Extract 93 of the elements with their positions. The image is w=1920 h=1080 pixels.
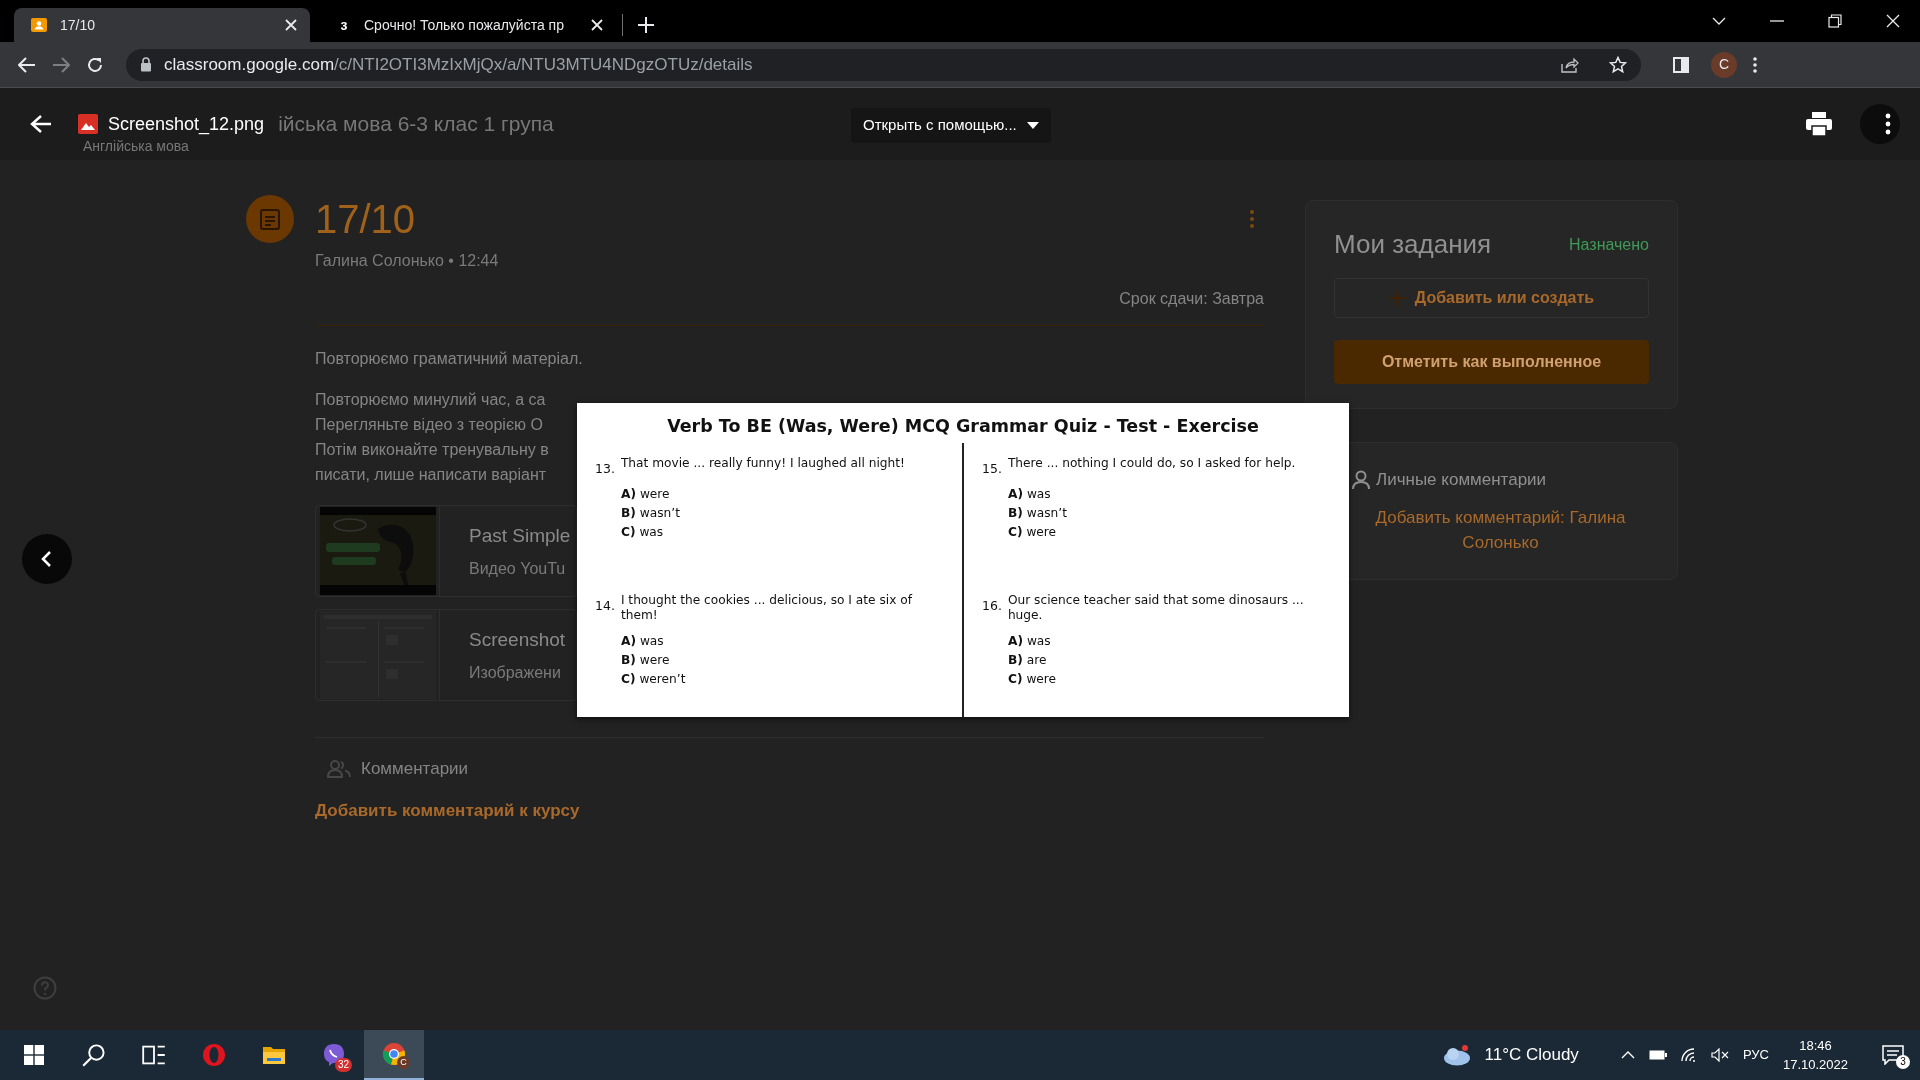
notification-icon[interactable] bbox=[1882, 1045, 1904, 1065]
question-text: Our science teacher said that some dinosaurs ... huge. bbox=[1007, 593, 1305, 623]
battery-icon[interactable] bbox=[1648, 1050, 1667, 1060]
wifi-icon[interactable] bbox=[1680, 1048, 1697, 1062]
star-icon[interactable] bbox=[1609, 55, 1627, 74]
answer-option: B) wasn’t bbox=[621, 504, 946, 523]
attachment-card[interactable]: Screenshot Изображени bbox=[315, 609, 577, 701]
menu-icon[interactable] bbox=[1753, 56, 1757, 73]
attachment-type: Видео YouTu bbox=[469, 558, 567, 579]
description-text: Перегляньте відео з теорією О bbox=[315, 415, 543, 435]
clock-time[interactable]: 18:46 bbox=[1782, 1036, 1848, 1055]
reload-icon[interactable] bbox=[86, 55, 104, 74]
question-number: 14. bbox=[595, 597, 615, 613]
close-icon[interactable] bbox=[1886, 14, 1900, 28]
answer-option: A) was bbox=[1008, 485, 1333, 504]
card-heading: Мои задания bbox=[1334, 228, 1492, 261]
course-title: ійська мова 6-3 клас 1 група bbox=[278, 111, 554, 138]
people-icon bbox=[327, 759, 351, 778]
restore-icon[interactable] bbox=[1828, 14, 1842, 28]
assignment-title: 17/10 bbox=[315, 196, 416, 243]
forward-icon[interactable] bbox=[52, 56, 70, 73]
attachment-type: Изображени bbox=[469, 662, 562, 683]
answer-option: C) weren’t bbox=[621, 670, 946, 689]
count-badge: 3 bbox=[1896, 1055, 1910, 1069]
answer-option: C) was bbox=[621, 523, 946, 542]
file-name: Screenshot_12.png bbox=[108, 112, 265, 137]
answer-option: A) was bbox=[621, 632, 946, 651]
language-indicator[interactable]: РУС bbox=[1742, 1045, 1769, 1065]
answer-option: A) was bbox=[1008, 632, 1333, 651]
back-icon[interactable] bbox=[18, 56, 36, 73]
person-icon bbox=[1352, 469, 1370, 490]
answer-option: C) were bbox=[1008, 523, 1333, 542]
add-comment-link[interactable]: Добавить комментарий к курсу bbox=[315, 797, 580, 823]
attachment-title: Screenshot bbox=[469, 628, 566, 652]
browser-tab[interactable]: з Срочно! Только пожалуйста пр bbox=[320, 8, 616, 42]
answer-option: B) are bbox=[1008, 651, 1333, 670]
description-text: Повторюємо минулий час, а са bbox=[315, 390, 546, 410]
status-text: Назначено bbox=[1569, 234, 1649, 255]
quiz-title: Verb To BE (Was, Were) MCQ Grammar Quiz - Test - Exercise bbox=[666, 415, 1260, 438]
question-number: 13. bbox=[595, 460, 615, 476]
opera-icon bbox=[202, 1043, 226, 1067]
profile-avatar[interactable]: C bbox=[1711, 51, 1737, 78]
address-field[interactable]: classroom.google.com/c/NTI2OTI3MzIxMjQx/a/NTU3MTU4NDgzOTUz/details bbox=[126, 48, 1641, 81]
count-badge: 32 bbox=[334, 1058, 352, 1072]
classroom-icon bbox=[30, 16, 48, 34]
more-icon[interactable] bbox=[1860, 104, 1900, 144]
question-text: There ... nothing I could do, so I asked for help. bbox=[1007, 456, 1296, 471]
question-text: I thought the cookies ... delicious, so I ate six of them! bbox=[620, 593, 914, 623]
side-panel-icon[interactable] bbox=[1673, 56, 1689, 73]
attachment-title: Past Simple bbox=[469, 524, 571, 548]
volume-muted-icon[interactable] bbox=[1710, 1048, 1729, 1062]
description-text: писати, лише написати варіант bbox=[315, 465, 547, 485]
browser-icon bbox=[382, 1042, 406, 1066]
caret-icon bbox=[1026, 122, 1039, 129]
chevron-up-icon[interactable] bbox=[1620, 1051, 1635, 1059]
start-icon bbox=[24, 1045, 44, 1065]
browser-tab[interactable]: 17/10 bbox=[14, 8, 310, 42]
question-text: That movie ... really funny! I laughed all night! bbox=[620, 456, 905, 471]
image-file-icon bbox=[78, 114, 98, 134]
open-with-button[interactable]: Открыть с помощью... bbox=[851, 108, 1051, 143]
clipboard-icon bbox=[260, 208, 280, 230]
print-icon[interactable] bbox=[1806, 112, 1832, 136]
new-tab-icon[interactable] bbox=[637, 16, 655, 34]
search-icon bbox=[82, 1043, 106, 1067]
close-icon[interactable] bbox=[590, 18, 604, 32]
private-comments-label: Личные комментарии bbox=[1376, 469, 1547, 491]
taskbar-app[interactable]: C bbox=[364, 1030, 424, 1080]
chevron-down-icon[interactable] bbox=[1712, 17, 1726, 25]
course-subject: Англійська мова bbox=[83, 137, 189, 156]
answer-option: C) were bbox=[1008, 670, 1333, 689]
weather-text: 11°C Cloudy bbox=[1484, 1044, 1579, 1067]
due-date: Срок сдачи: Завтра bbox=[1118, 289, 1264, 309]
taskbar-app[interactable]: 32 bbox=[304, 1030, 364, 1080]
answer-option: B) were bbox=[621, 651, 946, 670]
description-text: Повторюємо граматичний матеріал. bbox=[315, 349, 583, 369]
comments-label: Комментарии bbox=[361, 758, 469, 780]
plus-icon bbox=[1388, 290, 1405, 306]
mark-done-button[interactable]: Отметить как выполненное bbox=[1334, 340, 1649, 384]
description-text: Потім виконайте тренувальну в bbox=[315, 440, 549, 460]
question-number: 16. bbox=[982, 597, 1002, 613]
lock-icon bbox=[140, 57, 152, 72]
task-view-icon bbox=[142, 1043, 166, 1067]
share-icon[interactable] bbox=[1561, 56, 1579, 73]
attachment-card[interactable]: Past Simple Видео YouTu bbox=[315, 505, 577, 597]
answer-option: B) wasn’t bbox=[1008, 504, 1333, 523]
previous-icon[interactable] bbox=[22, 534, 72, 584]
close-icon[interactable] bbox=[284, 18, 298, 32]
author-time: Галина Солонько • 12:44 bbox=[315, 251, 500, 271]
site-icon: з bbox=[336, 14, 352, 36]
answer-option: A) were bbox=[621, 485, 946, 504]
count-badge: C bbox=[397, 1056, 410, 1069]
clock-date[interactable]: 17.10.2022 bbox=[1782, 1055, 1848, 1074]
question-number: 15. bbox=[982, 460, 1002, 476]
